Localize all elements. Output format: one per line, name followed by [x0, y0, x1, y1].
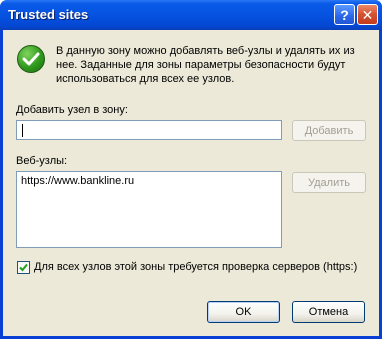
help-button[interactable]: ? — [334, 4, 355, 25]
add-button[interactable]: Добавить — [292, 120, 366, 141]
help-icon: ? — [340, 6, 349, 23]
list-item[interactable]: https://www.bankline.ru — [21, 175, 134, 187]
add-site-input[interactable] — [16, 120, 282, 140]
ok-button-label: OK — [235, 306, 252, 318]
cancel-button[interactable]: Отмена — [292, 301, 365, 323]
title-bar[interactable]: Trusted sites ? ✕ — [0, 0, 382, 30]
add-button-label: Добавить — [304, 124, 354, 137]
window-title: Trusted sites — [8, 7, 89, 22]
server-verification-label[interactable]: Для всех узлов этой зоны требуется прове… — [34, 261, 357, 273]
sites-list[interactable]: https://www.bankline.ru — [16, 171, 282, 248]
cancel-button-label: Отмена — [308, 306, 349, 318]
close-button[interactable]: ✕ — [357, 4, 378, 25]
close-icon: ✕ — [361, 6, 374, 23]
checkmark-icon — [19, 263, 28, 272]
ok-button[interactable]: OK — [207, 301, 280, 323]
remove-button[interactable]: Удалить — [292, 172, 366, 193]
green-check-icon — [17, 45, 45, 73]
zone-description: В данную зону можно добавлять веб-узлы и… — [56, 45, 355, 85]
sites-label: Веб-узлы: — [16, 155, 68, 167]
text-cursor — [22, 124, 23, 137]
add-site-label: Добавить узел в зону: — [16, 104, 128, 116]
server-verification-checkbox[interactable] — [17, 261, 30, 274]
remove-button-label: Удалить — [308, 176, 350, 189]
